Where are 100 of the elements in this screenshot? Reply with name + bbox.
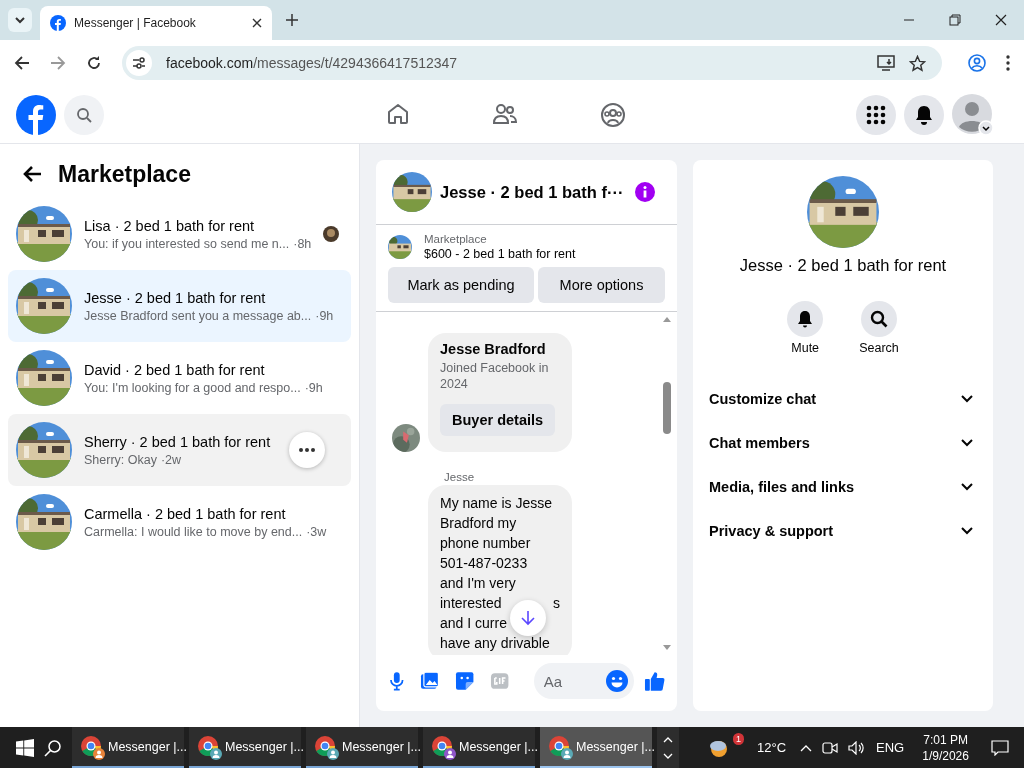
- conversation-item[interactable]: Sherry · 2 bed 1 bath for rent Sherry: Okay ·2w: [8, 414, 351, 486]
- taskbar-app[interactable]: Messenger |...: [189, 727, 301, 768]
- profile-icon[interactable]: [968, 54, 986, 72]
- message-time: ·3w: [306, 524, 327, 539]
- microphone-icon[interactable]: [390, 671, 404, 691]
- message-preview: Jesse Bradford sent you a message ab...: [84, 308, 312, 323]
- info-icon[interactable]: [635, 182, 655, 202]
- tab-search-button[interactable]: [8, 8, 32, 32]
- menu-icon[interactable]: [1006, 55, 1010, 71]
- message-preview: Sherry: Okay: [84, 452, 157, 467]
- chevron-up-icon[interactable]: [800, 743, 813, 752]
- address-bar[interactable]: facebook.com/messages/t/4294366417512347: [122, 46, 942, 80]
- camera-icon[interactable]: [822, 740, 839, 755]
- notifications-icon[interactable]: [990, 739, 1009, 756]
- buyer-details-button[interactable]: Buyer details: [440, 404, 556, 436]
- facebook-logo-icon: [50, 15, 66, 31]
- listing-title[interactable]: $600 - 2 bed 1 bath for rent: [424, 247, 576, 261]
- back-arrow-icon[interactable]: [22, 165, 42, 183]
- message-text: Bradford my: [440, 514, 517, 533]
- mute-button[interactable]: [787, 301, 824, 337]
- sender-name: Jesse: [444, 471, 476, 483]
- account-avatar-icon[interactable]: [952, 93, 994, 136]
- message-preview: Carmella: I would like to move by end...: [84, 524, 303, 539]
- scroll-up-icon[interactable]: [663, 316, 671, 322]
- message-preview: You: if you interested so send me n...: [84, 236, 290, 251]
- notifications-button[interactable]: [904, 94, 944, 135]
- sticker-icon[interactable]: [454, 671, 475, 691]
- message-text: interested: [440, 594, 502, 613]
- home-icon[interactable]: [386, 101, 410, 126]
- reload-icon[interactable]: [86, 55, 102, 71]
- taskbar-app[interactable]: Messenger |...: [423, 727, 535, 768]
- install-app-icon[interactable]: [877, 55, 895, 71]
- back-icon[interactable]: [14, 55, 30, 71]
- listing-action-button[interactable]: More options: [538, 267, 665, 303]
- thumbs-up-icon[interactable]: [643, 670, 665, 692]
- start-button[interactable]: [16, 738, 34, 757]
- search-button[interactable]: [861, 301, 897, 337]
- groups-icon[interactable]: [600, 101, 626, 128]
- settings-section[interactable]: Privacy & support: [693, 509, 993, 553]
- bookmark-star-icon[interactable]: [909, 54, 926, 72]
- browser-tab[interactable]: Messenger | Facebook: [40, 6, 272, 40]
- more-options-button[interactable]: [289, 432, 325, 468]
- scrollbar-thumb[interactable]: [663, 382, 671, 434]
- message-text: s: [553, 594, 560, 613]
- settings-section[interactable]: Customize chat: [693, 377, 993, 421]
- settings-section[interactable]: Media, files and links: [693, 465, 993, 509]
- chevron-down-icon: [961, 395, 973, 403]
- chat-name: Jesse · 2 bed 1 bath for rent: [739, 256, 947, 275]
- taskbar-app[interactable]: Messenger |...: [72, 727, 184, 768]
- conversation-item[interactable]: Jesse · 2 bed 1 bath for rent Jesse Bradford sent you a message ab... ·9h: [8, 270, 351, 342]
- taskbar-scroll-arrows-icon[interactable]: [657, 727, 679, 768]
- listing-action-button[interactable]: Mark as pending: [388, 267, 534, 303]
- clock-date[interactable]: 1/9/2026: [922, 747, 969, 764]
- menu-button[interactable]: [856, 94, 896, 135]
- panel-title: Marketplace: [58, 160, 191, 188]
- grid-icon: [866, 104, 886, 125]
- image-icon[interactable]: [419, 671, 439, 691]
- chevron-down-icon: [14, 14, 26, 26]
- chevron-down-icon: [961, 483, 973, 491]
- message-text: have any drivable: [440, 634, 550, 653]
- language-indicator[interactable]: ENG: [876, 740, 905, 755]
- site-settings-icon[interactable]: [126, 50, 152, 76]
- chevron-down-icon: [961, 527, 973, 535]
- conversation-item[interactable]: Lisa · 2 bed 1 bath for rent You: if you interested so send me n... ·8h: [8, 198, 351, 270]
- message-time: ·2w: [160, 452, 182, 467]
- new-tab-icon[interactable]: [286, 14, 298, 26]
- bell-icon: [797, 310, 814, 328]
- conversation-item[interactable]: David · 2 bed 1 bath for rent You: I'm looking for a good and respo... ·9h: [8, 342, 351, 414]
- scroll-down-icon[interactable]: [663, 645, 671, 651]
- clock-time[interactable]: 7:01 PM: [923, 731, 968, 748]
- search-icon: [870, 310, 888, 328]
- message-text: 501-487-0233: [440, 554, 528, 573]
- facebook-logo-icon[interactable]: [16, 94, 56, 135]
- search-icon: [76, 106, 92, 123]
- restore-icon[interactable]: [949, 14, 961, 26]
- close-icon[interactable]: [995, 14, 1007, 26]
- emoji-icon[interactable]: [605, 670, 628, 692]
- conversation-item[interactable]: Carmella · 2 bed 1 bath for rent Carmella: I would like to move by end... ·3w: [8, 486, 351, 558]
- chevron-down-icon: [961, 439, 973, 447]
- message-text: and I'm very: [440, 574, 516, 593]
- taskbar-app[interactable]: Messenger |...: [306, 727, 418, 768]
- conversation-title: Sherry · 2 bed 1 bath for rent: [84, 433, 271, 450]
- conversation-title: David · 2 bed 1 bath for rent: [84, 361, 266, 378]
- conversation-title: Jesse · 2 bed 1 bath for rent: [84, 289, 267, 306]
- taskbar-app[interactable]: Messenger |...: [540, 727, 652, 768]
- conversation-title: Lisa · 2 bed 1 bath for rent: [84, 217, 256, 234]
- profile-name: Jesse Bradford: [440, 341, 547, 357]
- forward-icon[interactable]: [50, 55, 66, 71]
- weather-button[interactable]: 1: [705, 732, 745, 763]
- close-icon[interactable]: [252, 18, 262, 28]
- action-label: Mute: [791, 341, 820, 355]
- friends-icon[interactable]: [492, 101, 518, 126]
- search-icon[interactable]: [44, 738, 62, 757]
- volume-icon[interactable]: [848, 740, 867, 755]
- chat-title[interactable]: Jesse · 2 bed 1 bath f···: [440, 182, 627, 202]
- message-time: ·9h: [315, 308, 334, 323]
- message-text: My name is Jesse: [440, 494, 553, 513]
- conversation-title: Carmella · 2 bed 1 bath for rent: [84, 505, 287, 522]
- settings-section[interactable]: Chat members: [693, 421, 993, 465]
- message-text: phone number: [440, 534, 531, 553]
